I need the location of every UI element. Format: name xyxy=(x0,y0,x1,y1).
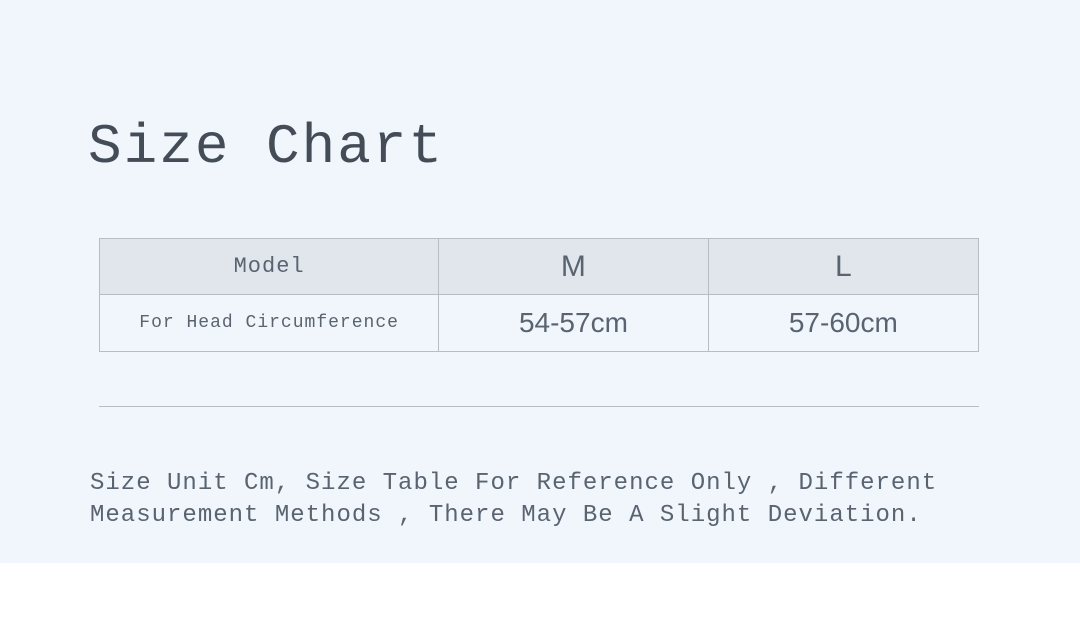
row-label: For Head Circumference xyxy=(139,313,399,333)
bottom-strip xyxy=(0,563,1080,619)
header-cell-l: L xyxy=(709,239,978,294)
divider xyxy=(99,406,979,407)
row-value-m: 54-57cm xyxy=(439,295,708,351)
footnote: Size Unit Cm, Size Table For Reference O… xyxy=(90,468,970,533)
page: Size Chart Model M L For Head Circumfere… xyxy=(0,0,1080,619)
page-title: Size Chart xyxy=(88,115,444,179)
header-label-l: L xyxy=(835,250,852,284)
header-cell-m: M xyxy=(439,239,708,294)
header-cell-model: Model xyxy=(100,239,439,294)
header-label-m: M xyxy=(561,250,586,284)
row-label-cell: For Head Circumference xyxy=(100,295,439,351)
value-l: 57-60cm xyxy=(789,307,898,339)
value-m: 54-57cm xyxy=(519,307,628,339)
table-row: For Head Circumference 54-57cm 57-60cm xyxy=(100,295,978,351)
row-value-l: 57-60cm xyxy=(709,295,978,351)
header-label-model: Model xyxy=(234,254,305,279)
size-table: Model M L For Head Circumference 54-57cm… xyxy=(99,238,979,352)
table-header-row: Model M L xyxy=(100,239,978,295)
